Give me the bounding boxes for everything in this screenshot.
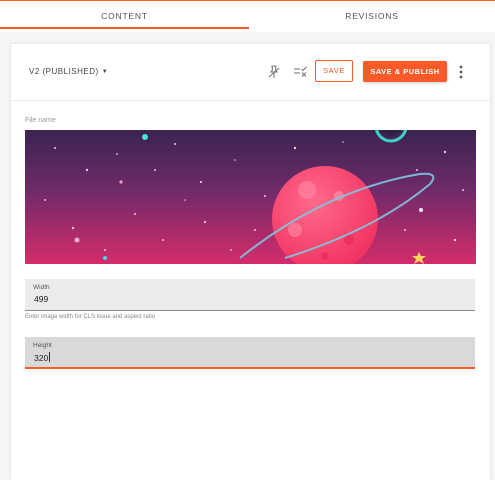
height-input[interactable]: 320 xyxy=(34,352,51,363)
width-helper-text: Enter image width for CLS issue and aspe… xyxy=(25,314,156,320)
height-label: Height xyxy=(33,342,52,349)
tab-bar: CONTENT REVISIONS xyxy=(0,0,495,32)
save-button[interactable]: SAVE xyxy=(315,60,353,82)
revision-label: V2 (PUBLISHED) xyxy=(29,67,99,76)
pin-icon[interactable] xyxy=(265,63,283,81)
editor-toolbar: V2 (PUBLISHED) ▼ SAVE SAVE & PUBLISH xyxy=(11,44,490,101)
image-preview xyxy=(25,109,476,272)
height-value: 320 xyxy=(34,353,49,363)
save-and-publish-button[interactable]: SAVE & PUBLISH xyxy=(363,61,447,82)
editor-card: V2 (PUBLISHED) ▼ SAVE SAVE & PUBLISH Fil… xyxy=(11,44,490,480)
revision-selector[interactable]: V2 (PUBLISHED) ▼ xyxy=(29,67,108,76)
width-field[interactable]: Width 499 xyxy=(25,279,475,311)
height-field[interactable]: Height 320 xyxy=(25,337,475,369)
text-cursor xyxy=(49,352,51,362)
tab-content[interactable]: CONTENT xyxy=(0,0,249,32)
checklist-icon[interactable] xyxy=(292,63,310,81)
width-input[interactable]: 499 xyxy=(34,294,48,304)
caret-down-icon: ▼ xyxy=(101,69,109,75)
tab-revisions[interactable]: REVISIONS xyxy=(249,0,495,32)
more-vertical-icon[interactable] xyxy=(454,62,468,82)
width-label: Width xyxy=(33,284,50,291)
file-name-label: File name xyxy=(25,117,56,124)
